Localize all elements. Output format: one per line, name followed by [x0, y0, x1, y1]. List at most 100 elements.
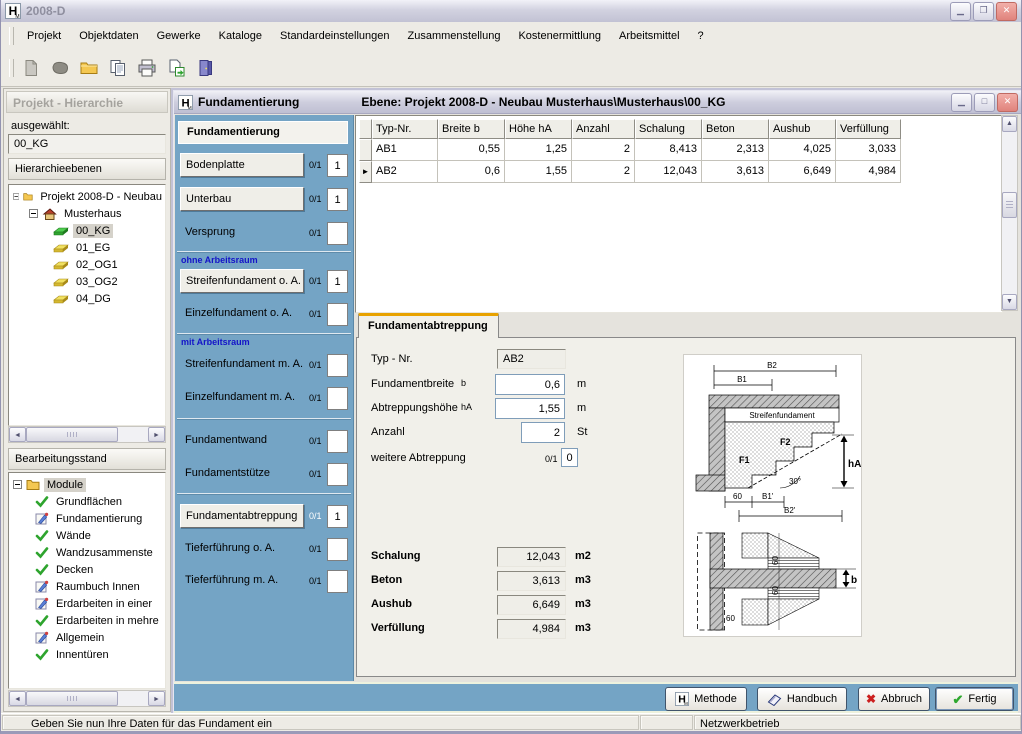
cell[interactable]: 1,55 — [505, 161, 572, 183]
abbruch-button[interactable]: ✖ Abbruch — [858, 687, 930, 711]
weitere-abtreppung-input[interactable] — [561, 448, 578, 467]
cell[interactable]: 2,313 — [702, 139, 769, 161]
progress-item-decken[interactable]: Decken — [13, 561, 165, 578]
column-header[interactable]: Typ-Nr. — [372, 119, 438, 139]
menu-item-standardeinstellungen[interactable]: Standardeinstellungen — [271, 26, 398, 46]
toolbar-new-button[interactable] — [18, 55, 44, 81]
streifenfundament-ma-label[interactable]: Streifenfundament m. A. — [180, 353, 304, 377]
scroll-thumb[interactable] — [26, 427, 118, 442]
progress-item-erdarbeiten-mehre[interactable]: Erdarbeiten in mehre — [13, 612, 165, 629]
table-row[interactable]: AB1 0,55 1,25 2 8,413 2,313 4,025 3,033 — [359, 139, 901, 161]
count-input[interactable] — [327, 154, 348, 177]
toolbar-export-button[interactable] — [163, 55, 189, 81]
progress-item-wandzusammenstellung[interactable]: Wandzusammenste — [13, 544, 165, 561]
cell[interactable]: 4,025 — [769, 139, 836, 161]
cell[interactable]: 6,649 — [769, 161, 836, 183]
einzelfundament-ma-label[interactable]: Einzelfundament m. A. — [180, 386, 304, 410]
cell[interactable]: 3,033 — [836, 139, 901, 161]
column-header[interactable]: Breite b — [438, 119, 505, 139]
anzahl-input[interactable] — [521, 422, 565, 443]
count-input[interactable] — [327, 505, 348, 528]
table-row-active[interactable]: ► AB2 0,6 1,55 2 12,043 3,613 6,649 4,98… — [359, 161, 901, 183]
cell[interactable]: 8,413 — [635, 139, 702, 161]
column-header[interactable]: Verfüllung — [836, 119, 901, 139]
scroll-right-icon[interactable]: ► — [148, 427, 165, 442]
table-v-scrollbar[interactable]: ▲ ▼ — [1001, 115, 1018, 311]
restore-button[interactable]: ❐ — [973, 2, 994, 21]
scroll-right-icon[interactable]: ► — [148, 691, 165, 706]
progress-panel-header[interactable]: Bearbeitungsstand — [8, 448, 166, 470]
column-header[interactable]: Beton — [702, 119, 769, 139]
column-header[interactable]: Höhe hA — [505, 119, 572, 139]
tree-item-02-og1[interactable]: 02_OG1 — [13, 256, 165, 273]
column-header[interactable]: Aushub — [769, 119, 836, 139]
hierarchy-h-scrollbar[interactable]: ◄ ► — [8, 426, 166, 443]
bodenplatte-button[interactable]: Bodenplatte — [180, 153, 304, 177]
scroll-up-icon[interactable]: ▲ — [1002, 116, 1017, 132]
tieferfuehrung-ma-label[interactable]: Tieferführung m. A. — [180, 569, 304, 593]
tree-item-musterhaus[interactable]: Musterhaus — [13, 205, 165, 222]
tree-item-04-dg[interactable]: 04_DG — [13, 290, 165, 307]
menu-item-projekt[interactable]: Projekt — [18, 26, 70, 46]
toolbar-open-folder-button[interactable] — [76, 55, 102, 81]
count-input[interactable] — [327, 570, 348, 593]
cell[interactable]: 0,6 — [438, 161, 505, 183]
collapse-icon[interactable] — [13, 480, 22, 489]
menu-item-zusammenstellung[interactable]: Zusammenstellung — [399, 26, 510, 46]
tree-item-project-root[interactable]: Projekt 2008-D - Neubau — [13, 188, 165, 205]
count-input[interactable] — [327, 188, 348, 211]
cell[interactable]: AB1 — [372, 139, 438, 161]
progress-item-innentueren[interactable]: Innentüren — [13, 646, 165, 663]
menu-item-objektdaten[interactable]: Objektdaten — [70, 26, 147, 46]
toolbar-exit-button[interactable] — [192, 55, 218, 81]
count-input[interactable] — [327, 303, 348, 326]
tieferfuehrung-oa-label[interactable]: Tieferführung o. A. — [180, 537, 304, 561]
column-header[interactable]: Anzahl — [572, 119, 635, 139]
tree-item-01-eg[interactable]: 01_EG — [13, 239, 165, 256]
count-input[interactable] — [327, 222, 348, 245]
cell[interactable]: 1,25 — [505, 139, 572, 161]
count-input[interactable] — [327, 538, 348, 561]
progress-item-grundflaechen[interactable]: Grundflächen — [13, 493, 165, 510]
count-input[interactable] — [327, 354, 348, 377]
progress-item-waende[interactable]: Wände — [13, 527, 165, 544]
unterbau-button[interactable]: Unterbau — [180, 187, 304, 211]
close-button[interactable]: ✕ — [996, 2, 1017, 21]
menu-item-arbeitsmittel[interactable]: Arbeitsmittel — [610, 26, 689, 46]
fundamentwand-label[interactable]: Fundamentwand — [180, 429, 304, 453]
menu-item-help[interactable]: ? — [689, 26, 713, 46]
fundamentstuetze-label[interactable]: Fundamentstütze — [180, 462, 304, 486]
scroll-left-icon[interactable]: ◄ — [9, 691, 26, 706]
tree-item-module-root[interactable]: Module — [13, 476, 165, 493]
cell[interactable]: 2 — [572, 161, 635, 183]
collapse-icon[interactable] — [29, 209, 38, 218]
module-h-scrollbar[interactable]: ◄ ► — [8, 690, 166, 707]
count-input[interactable] — [327, 430, 348, 453]
column-header[interactable]: Schalung — [635, 119, 702, 139]
module-maximize-button[interactable]: □ — [974, 93, 995, 112]
toolbar-grip[interactable] — [9, 59, 14, 77]
module-close-button[interactable]: ✕ — [997, 93, 1018, 112]
abtreppungshoehe-input[interactable] — [495, 398, 565, 419]
progress-item-fundamentierung[interactable]: Fundamentierung — [13, 510, 165, 527]
methode-button[interactable]: H M Methode — [665, 687, 747, 711]
cell[interactable]: AB2 — [372, 161, 438, 183]
menu-item-kostenermittlung[interactable]: Kostenermittlung — [509, 26, 610, 46]
tree-item-00-kg[interactable]: 00_KG — [13, 222, 165, 239]
count-input[interactable] — [327, 270, 348, 293]
progress-item-allgemein[interactable]: Allgemein — [13, 629, 165, 646]
cell[interactable]: 3,613 — [702, 161, 769, 183]
tab-fundamentabtreppung[interactable]: Fundamentabtreppung — [358, 313, 499, 338]
module-minimize-button[interactable]: ▁ — [951, 93, 972, 112]
scroll-thumb[interactable] — [1002, 192, 1017, 218]
scroll-thumb[interactable] — [26, 691, 118, 706]
tree-item-03-og2[interactable]: 03_OG2 — [13, 273, 165, 290]
scroll-down-icon[interactable]: ▼ — [1002, 294, 1017, 310]
menu-item-kataloge[interactable]: Kataloge — [210, 26, 271, 46]
toolbar-copy-button[interactable] — [105, 55, 131, 81]
toolbar-print-button[interactable] — [134, 55, 160, 81]
scroll-left-icon[interactable]: ◄ — [9, 427, 26, 442]
handbuch-button[interactable]: Handbuch — [757, 687, 847, 711]
fundamentabtreppung-button[interactable]: Fundamentabtreppung — [180, 504, 304, 528]
progress-item-raumbuch-innen[interactable]: Raumbuch Innen — [13, 578, 165, 595]
